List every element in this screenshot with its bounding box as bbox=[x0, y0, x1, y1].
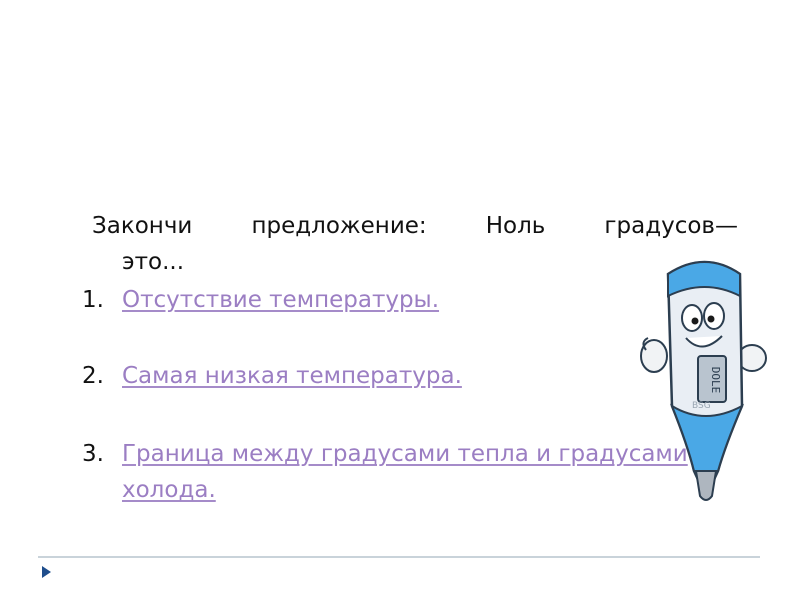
prompt-word-1: Закончи bbox=[92, 213, 193, 239]
answer-item-2: 2. Самая низкая температура. bbox=[82, 358, 462, 394]
answer-number: 2. bbox=[82, 363, 104, 389]
answer-number: 1. bbox=[82, 287, 104, 313]
right-eye bbox=[703, 302, 725, 330]
answer-number: 3. bbox=[82, 441, 104, 467]
answer-link-1[interactable]: Отсутствие температуры. bbox=[122, 282, 439, 318]
thermometer-grip bbox=[669, 403, 745, 472]
prompt-word-3: Ноль bbox=[485, 213, 546, 239]
prompt-word-4: градусов— bbox=[604, 213, 738, 239]
left-hand bbox=[640, 339, 668, 373]
left-eye bbox=[681, 304, 703, 332]
thermometer-tip bbox=[694, 470, 718, 501]
triangle-bullet-icon bbox=[42, 566, 51, 578]
display-readout: DOLE bbox=[709, 367, 722, 394]
brand-mark: BSG bbox=[692, 401, 711, 411]
prompt-word-2: предложение: bbox=[251, 213, 427, 239]
answer-item-1: 1. Отсутствие температуры. bbox=[82, 282, 439, 318]
answer-link-2[interactable]: Самая низкая температура. bbox=[122, 358, 462, 394]
prompt-line-1: Закончи предложение: Ноль градусов— bbox=[92, 208, 738, 244]
thermometer-illustration: DOLE BSG bbox=[640, 260, 767, 501]
slide: Закончи предложение: Ноль градусов— это.… bbox=[0, 0, 800, 600]
footer-divider bbox=[38, 556, 760, 558]
